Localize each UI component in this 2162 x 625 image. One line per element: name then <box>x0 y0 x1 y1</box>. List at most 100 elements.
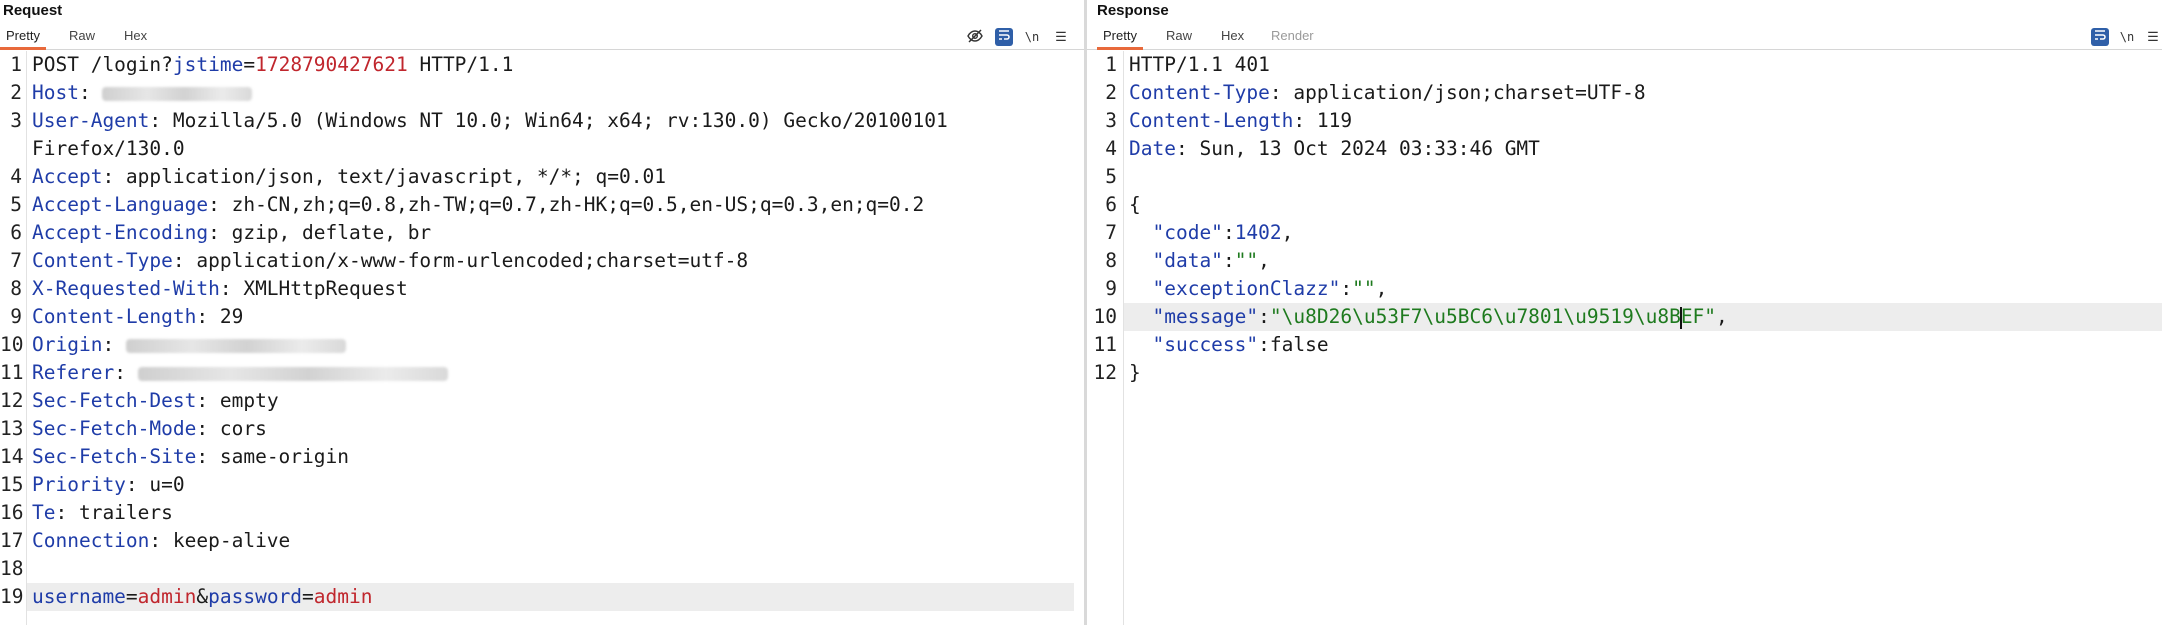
header-name: username <box>32 585 126 608</box>
word-wrap-icon[interactable] <box>2091 28 2109 46</box>
code-line[interactable]: 1 HTTP/1.1 401 <box>1087 51 2162 79</box>
token: : <box>114 361 138 384</box>
code-line[interactable]: 12} <box>1087 359 2162 387</box>
code-line[interactable]: 16 Te: trailers <box>0 499 1084 527</box>
request-tab-raw[interactable]: Raw <box>69 28 95 43</box>
redacted-text <box>102 86 253 101</box>
code-line[interactable]: 4 Accept: application/json, text/javascri… <box>0 163 1084 191</box>
line-number: 6 <box>10 221 22 244</box>
code-line[interactable]: 1 POST /login?jstime=1728790427621 HTTP/1… <box>0 51 1084 79</box>
hamburger-menu-icon[interactable]: ☰ <box>2144 28 2162 46</box>
code-line[interactable]: 5 <box>1087 163 2162 191</box>
token: : zh-CN,zh;q=0.8,zh-TW;q=0.7,zh-HK;q=0.5… <box>208 193 925 216</box>
eye-off-icon[interactable] <box>966 28 984 46</box>
code-line[interactable]: 19 username=admin&password=admin <box>0 583 1084 611</box>
token: 1728790427621 <box>255 53 408 76</box>
code-line[interactable]: 7 Content-Type: application/x-www-form-ur… <box>0 247 1084 275</box>
code-line[interactable]: 3 Content-Length: 119 <box>1087 107 2162 135</box>
code-line[interactable]: 8 X-Requested-With: XMLHttpRequest <box>0 275 1084 303</box>
line-number: 14 <box>0 445 24 468</box>
token: admin <box>313 585 373 608</box>
response-tabbar: Pretty Raw Hex Render \n ☰ <box>1087 24 2162 50</box>
line-number: 7 <box>1105 221 1117 244</box>
code-line[interactable]: 9 Content-Length: 29 <box>0 303 1084 331</box>
line-number: 2 <box>10 81 22 104</box>
code-line[interactable]: 11 Referer: <box>0 359 1084 387</box>
token: : <box>1258 305 1270 328</box>
line-content: Content-Length: 119 <box>1129 107 1352 135</box>
header-name: Accept-Language <box>32 193 209 216</box>
code-line[interactable]: 4 Date: Sun, 13 Oct 2024 03:33:46 GMT <box>1087 135 2162 163</box>
code-line[interactable]: 6{ <box>1087 191 2162 219</box>
code-line[interactable]: 7 "code":1402, <box>1087 219 2162 247</box>
line-content: Accept: application/json, text/javascrip… <box>32 163 666 191</box>
code-line[interactable]: 5 Accept-Language: zh-CN,zh;q=0.8,zh-TW;q… <box>0 191 1084 219</box>
code-line[interactable]: 9 "exceptionClazz":"", <box>1087 275 2162 303</box>
line-content: X-Requested-With: XMLHttpRequest <box>32 275 408 303</box>
code-line[interactable]: 18 <box>0 555 1084 583</box>
line-content: "message":"\u8D26\u53F7\u5BC6\u7801\u951… <box>1129 303 1728 331</box>
code-line[interactable]: 14 Sec-Fetch-Site: same-origin <box>0 443 1084 471</box>
token: admin <box>137 585 197 608</box>
code-line[interactable]: 2 Host: <box>0 79 1084 107</box>
response-tab-raw[interactable]: Raw <box>1166 28 1192 43</box>
line-number: 12 <box>0 389 24 412</box>
line-number: 4 <box>1105 137 1117 160</box>
request-tab-hex[interactable]: Hex <box>124 28 147 43</box>
response-tab-render[interactable]: Render <box>1271 28 1314 43</box>
token: { <box>1129 193 1141 216</box>
token: EF" <box>1680 305 1717 328</box>
token: : <box>1222 249 1235 272</box>
newline-icon[interactable]: \n <box>1023 28 1041 46</box>
line-content: Origin: <box>32 331 346 359</box>
line-content: Accept-Language: zh-CN,zh;q=0.8,zh-TW;q=… <box>32 191 924 219</box>
hamburger-menu-icon[interactable]: ☰ <box>1052 28 1070 46</box>
token: , <box>1375 277 1388 300</box>
code-line[interactable]: 12 Sec-Fetch-Dest: empty <box>0 387 1084 415</box>
header-name: Content-Type <box>32 249 173 272</box>
line-content: Connection: keep-alive <box>32 527 290 555</box>
request-editor[interactable]: 1 POST /login?jstime=1728790427621 HTTP/1… <box>0 51 1084 625</box>
line-number: 1 <box>1105 53 1117 76</box>
request-tab-pretty[interactable]: Pretty <box>0 28 46 50</box>
code-line[interactable]: 8 "data":"", <box>1087 247 2162 275</box>
token: "" <box>1234 249 1259 272</box>
word-wrap-icon[interactable] <box>995 28 1013 46</box>
token: "" <box>1352 277 1376 300</box>
token: : XMLHttpRequest <box>219 277 408 300</box>
code-line[interactable]: 3 User-Agent: Mozilla/5.0 (Windows NT 10.… <box>0 107 1084 135</box>
line-number: 2 <box>1105 81 1117 104</box>
header-name: X-Requested-With <box>32 277 220 300</box>
line-content: Referer: <box>32 359 448 387</box>
response-editor[interactable]: 1 HTTP/1.1 401 2 Content-Type: application/… <box>1087 51 2162 625</box>
code-line[interactable]: 6 Accept-Encoding: gzip, deflate, br <box>0 219 1084 247</box>
line-number: 8 <box>10 277 22 300</box>
token: : 29 <box>196 305 244 328</box>
header-name: "exceptionClazz" <box>1152 277 1341 300</box>
token: } <box>1129 361 1141 384</box>
line-number: 16 <box>0 501 24 524</box>
token: : application/json, text/javascript, */*… <box>102 165 666 188</box>
line-number: 13 <box>0 417 24 440</box>
header-name: "success" <box>1152 333 1259 356</box>
code-line[interactable]: 2 Content-Type: application/json;charset=… <box>1087 79 2162 107</box>
header-name: Accept <box>32 165 103 188</box>
token: : gzip, deflate, br <box>208 221 432 244</box>
code-line[interactable]: 15 Priority: u=0 <box>0 471 1084 499</box>
code-line[interactable]: Firefox/130.0 <box>0 135 1084 163</box>
response-tab-hex[interactable]: Hex <box>1221 28 1244 43</box>
code-line[interactable]: 11 "success":false <box>1087 331 2162 359</box>
header-name: Priority <box>32 473 126 496</box>
line-content: Priority: u=0 <box>32 471 185 499</box>
line-content: Accept-Encoding: gzip, deflate, br <box>32 219 431 247</box>
code-line[interactable]: 17 Connection: keep-alive <box>0 527 1084 555</box>
code-line[interactable]: 10 Origin: <box>0 331 1084 359</box>
response-tab-pretty[interactable]: Pretty <box>1097 28 1143 50</box>
newline-icon[interactable]: \n <box>2118 28 2136 46</box>
code-line[interactable]: 13 Sec-Fetch-Mode: cors <box>0 415 1084 443</box>
code-line[interactable]: 10 "message":"\u8D26\u53F7\u5BC6\u7801\u… <box>1087 303 2162 331</box>
